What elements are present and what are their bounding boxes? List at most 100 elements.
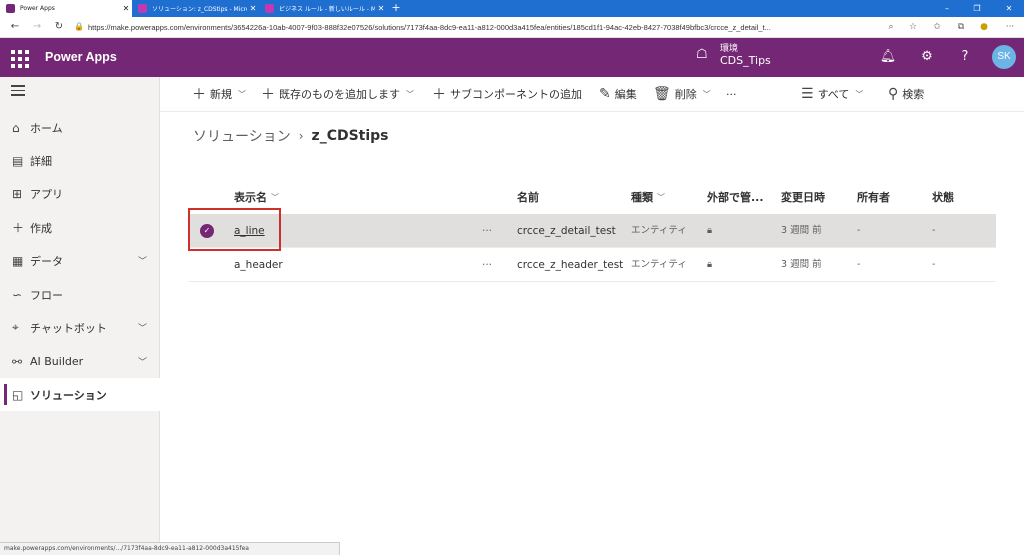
breadcrumb-root[interactable]: ソリューション [193, 126, 291, 146]
trash-icon: 🗑︎ [653, 86, 671, 102]
breadcrumb-current: z_CDStips [311, 128, 389, 144]
column-header-status[interactable]: 状態 [932, 189, 954, 205]
chevron-down-icon: ﹀ [238, 89, 246, 99]
plus-icon: ＋ [432, 87, 446, 103]
nav-item-learn[interactable]: ▤ 詳細 [0, 144, 160, 177]
row-owner: - [857, 225, 861, 236]
environment-picker[interactable]: ☖ 環境 CDS_Tips [696, 43, 771, 67]
tab-title: ソリューション: z_CDStips - Microso [152, 6, 247, 13]
column-header-owner[interactable]: 所有者 [857, 189, 890, 205]
chevron-down-icon[interactable]: ﹀ [138, 355, 160, 368]
column-header-label: 所有者 [857, 191, 890, 204]
apps-icon: ⊞ [12, 186, 23, 201]
flow-icon: ∽ [12, 287, 23, 302]
more-commands-button[interactable]: ··· [726, 85, 737, 103]
solution-icon: ◱ [12, 387, 24, 402]
add-existing-label: 既存のものを追加します [279, 88, 400, 101]
favorite-star-icon[interactable]: ☆ [906, 20, 920, 34]
row-more-button[interactable]: ··· [482, 214, 492, 248]
nav-item-label: 作成 [30, 221, 52, 235]
ai-icon: ⚯ [12, 354, 23, 369]
nav-item-apps[interactable]: ⊞ アプリ [0, 177, 160, 210]
add-existing-button[interactable]: ＋ 既存のものを追加します ﹀ [261, 85, 414, 103]
pencil-icon: ✎ [599, 86, 611, 102]
restore-icon[interactable]: ❐ [966, 0, 988, 17]
add-subcomponent-button[interactable]: ＋ サブコンポーネントの追加 [432, 85, 582, 103]
app-launcher-icon[interactable] [9, 48, 29, 68]
window-close-icon[interactable]: ✕ [998, 0, 1020, 17]
row-name: crcce_z_detail_test [517, 225, 616, 237]
url-field[interactable]: https://make.powerapps.com/environments/… [88, 20, 878, 35]
notification-bell-icon[interactable]: 🔔︎ [879, 48, 897, 66]
edit-label: 編集 [614, 88, 637, 101]
hamburger-menu-icon[interactable] [11, 85, 25, 97]
tab-title: ビジネス ルール - 新しいルール - Micr [279, 6, 375, 13]
breadcrumb: ソリューション › z_CDStips [193, 126, 389, 146]
edit-button[interactable]: ✎ 編集 [599, 85, 637, 103]
browser-tab-solution[interactable]: ソリューション: z_CDStips - Microso ✕ [132, 0, 259, 17]
home-icon: ⌂ [12, 120, 20, 135]
browser-menu-icon[interactable]: ··· [1003, 20, 1017, 34]
settings-gear-icon[interactable]: ⚙ [918, 48, 936, 66]
nav-item-ai-builder[interactable]: ⚯ AI Builder ﹀ [0, 345, 160, 378]
browser-tab-business-rule[interactable]: ビジネス ルール - 新しいルール - Micr ✕ [259, 0, 387, 17]
app-name[interactable]: Power Apps [45, 50, 117, 64]
filter-label: すべて [817, 88, 850, 101]
nav-item-label: データ [30, 254, 63, 268]
browser-status-bar: make.powerapps.com/environments/.../7173… [0, 542, 340, 555]
collections-icon[interactable]: ⧉ [954, 20, 968, 34]
nav-item-create[interactable]: ＋ 作成 [0, 211, 160, 244]
nav-item-label: ソリューション [30, 388, 107, 402]
minimize-icon[interactable]: – [936, 0, 958, 17]
back-arrow-icon[interactable]: ← [8, 20, 22, 34]
nav-item-data[interactable]: ▦ データ ﹀ [0, 244, 160, 277]
nav-item-solutions[interactable]: ◱ ソリューション [0, 378, 160, 411]
lock-icon: 🔒︎ [707, 259, 713, 270]
nav-item-label: 詳細 [30, 154, 52, 168]
nav-item-label: チャットボット [30, 321, 107, 335]
chevron-down-icon: ﹀ [271, 192, 279, 202]
close-tab-icon[interactable]: ✕ [247, 4, 259, 13]
browser-tab-power-apps[interactable]: Power Apps ✕ [0, 0, 132, 17]
favorites-bar-icon[interactable]: ✩ [930, 20, 944, 34]
chevron-down-icon[interactable]: ﹀ [138, 254, 160, 267]
column-header-label: 外部で管... [707, 191, 764, 204]
help-icon[interactable]: ? [956, 48, 974, 66]
column-header-managed[interactable]: 外部で管... [707, 189, 764, 205]
row-more-button[interactable]: ··· [482, 248, 492, 282]
close-tab-icon[interactable]: ✕ [120, 4, 132, 13]
delete-button[interactable]: 🗑︎ 削除 ﹀ [653, 85, 711, 103]
table-row[interactable]: a_header ··· crcce_z_header_test エンティティ … [188, 248, 996, 282]
user-avatar[interactable]: SK [992, 45, 1016, 69]
column-header-type[interactable]: 種類 ﹀ [631, 189, 665, 205]
nav-item-home[interactable]: ⌂ ホーム [0, 111, 160, 144]
column-header-name[interactable]: 名前 [517, 189, 539, 205]
table-row[interactable]: ✓ a_line ··· crcce_z_detail_test エンティティ … [188, 214, 996, 248]
new-button[interactable]: ＋ 新規 ﹀ [192, 85, 246, 103]
filter-lines-icon: ☰ [801, 86, 814, 102]
chevron-down-icon[interactable]: ﹀ [138, 321, 160, 334]
environment-globe-icon: ☖ [696, 47, 708, 62]
forward-arrow-icon[interactable]: → [30, 20, 44, 34]
filter-dropdown[interactable]: ☰ すべて ﹀ [801, 85, 863, 103]
profile-icon[interactable]: ● [977, 20, 991, 34]
column-header-modified[interactable]: 変更日時 [781, 189, 825, 205]
column-header-display-name[interactable]: 表示名 ﹀ [234, 189, 279, 205]
nav-item-label: AI Builder [30, 355, 84, 368]
zoom-icon[interactable]: ⌕ [884, 20, 898, 34]
highlight-box [188, 208, 281, 251]
row-display-name[interactable]: a_header [234, 248, 283, 282]
nav-item-label: アプリ [30, 187, 63, 201]
more-icon: ··· [726, 87, 737, 101]
search-box[interactable]: ⚲ 検索 [888, 85, 924, 103]
nav-item-chatbots[interactable]: ⌖ チャットボット ﹀ [0, 311, 160, 344]
new-tab-icon[interactable]: + [390, 0, 402, 17]
refresh-icon[interactable]: ↻ [52, 20, 66, 34]
plus-icon: ＋ [192, 87, 206, 103]
nav-item-flows[interactable]: ∽ フロー [0, 278, 160, 311]
row-owner: - [857, 259, 861, 270]
new-label: 新規 [210, 88, 232, 101]
row-status: - [932, 259, 936, 270]
column-header-label: 表示名 [234, 191, 267, 204]
close-tab-icon[interactable]: ✕ [375, 4, 387, 13]
